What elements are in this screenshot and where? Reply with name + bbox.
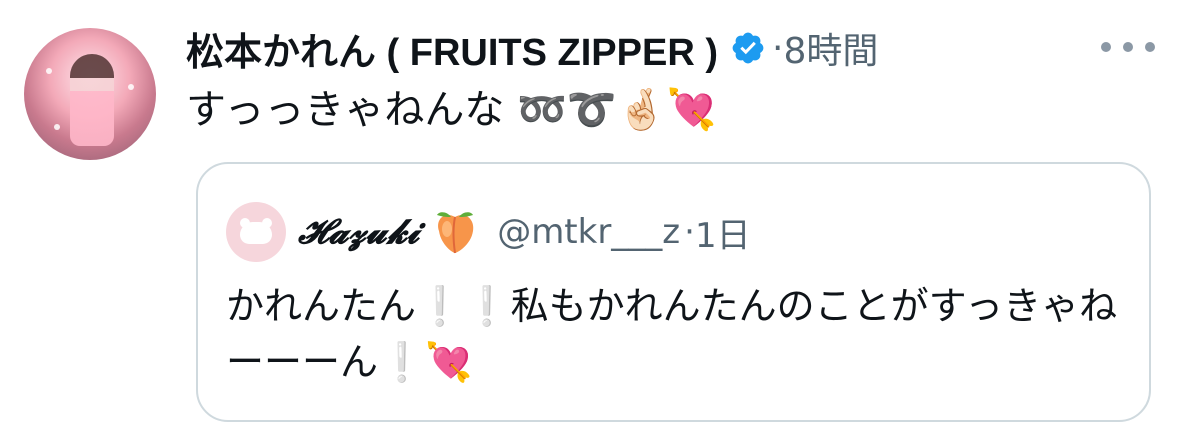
more-dot bbox=[1101, 42, 1111, 52]
tweet-text: すっっきゃねんな ➿➰🤞🏻💘 bbox=[186, 87, 717, 133]
avatar-sparkle bbox=[46, 68, 52, 74]
peach-icon bbox=[437, 212, 474, 254]
avatar-figure bbox=[70, 54, 114, 146]
more-options-icon[interactable] bbox=[1101, 30, 1155, 64]
author-display-name[interactable]: 松本かれん ( FRUITS ZIPPER ) bbox=[186, 21, 718, 76]
avatar-sparkle bbox=[128, 84, 134, 90]
avatar-sparkle bbox=[54, 124, 60, 130]
author-avatar[interactable] bbox=[24, 28, 156, 160]
tweet-header: 松本かれん ( FRUITS ZIPPER ) · 8時間 bbox=[186, 20, 878, 76]
quoted-tweet-text: かれんたん❕❕私もかれんたんのことがすっきゃねーーーん❕💘 bbox=[226, 284, 1118, 384]
tweet[interactable]: 松本かれん ( FRUITS ZIPPER ) · 8時間 すっっきゃねんな ➿… bbox=[0, 0, 1179, 422]
more-dot bbox=[1145, 42, 1155, 52]
header-separator: · bbox=[772, 27, 784, 69]
verified-badge-icon bbox=[732, 32, 764, 64]
more-dot bbox=[1123, 42, 1133, 52]
quoted-header-separator: · bbox=[684, 212, 695, 252]
quoted-author-handle[interactable]: @mtkr___z bbox=[497, 212, 680, 252]
quoted-tweet-header: 𝓗𝓪𝔃𝓾𝓴𝓲 @mtkr___z · 1日 bbox=[298, 202, 751, 262]
quoted-author-name[interactable]: 𝓗𝓪𝔃𝓾𝓴𝓲 bbox=[298, 212, 419, 252]
quoted-tweet[interactable]: 𝓗𝓪𝔃𝓾𝓴𝓲 @mtkr___z · 1日 かれんたん❕❕私もかれんたんのことが… bbox=[196, 162, 1151, 422]
tweet-timestamp[interactable]: 8時間 bbox=[783, 22, 878, 74]
quoted-author-avatar[interactable] bbox=[226, 202, 286, 262]
avatar-bear bbox=[240, 222, 272, 244]
quoted-tweet-timestamp[interactable]: 1日 bbox=[695, 208, 751, 257]
